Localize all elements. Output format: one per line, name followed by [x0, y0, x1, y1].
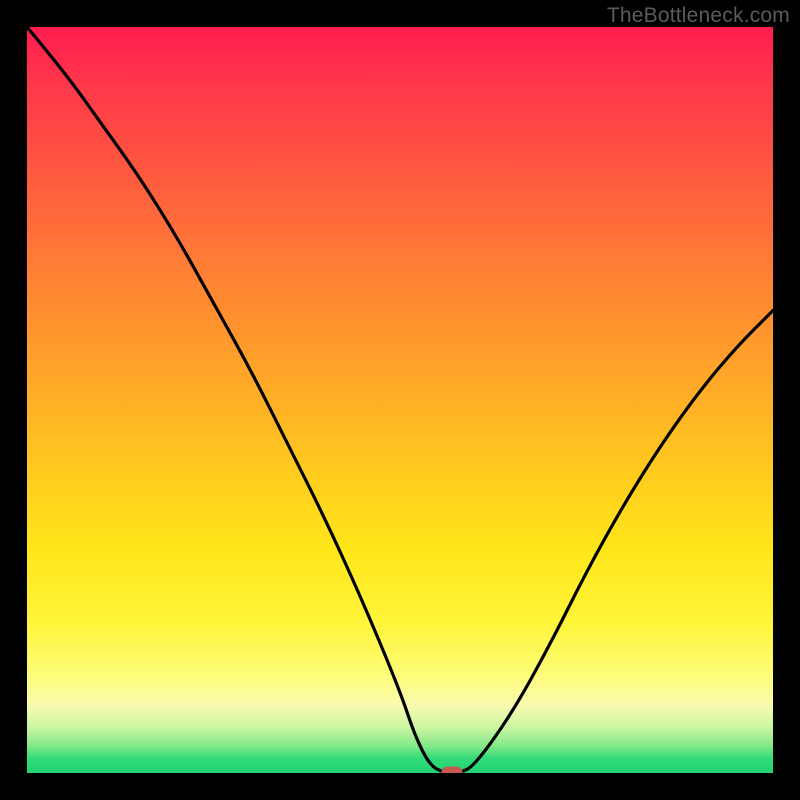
optimal-point-marker [442, 767, 463, 774]
bottleneck-curve [27, 27, 773, 773]
chart-frame: TheBottleneck.com [0, 0, 800, 800]
watermark-text: TheBottleneck.com [607, 4, 790, 28]
plot-area [27, 27, 773, 773]
